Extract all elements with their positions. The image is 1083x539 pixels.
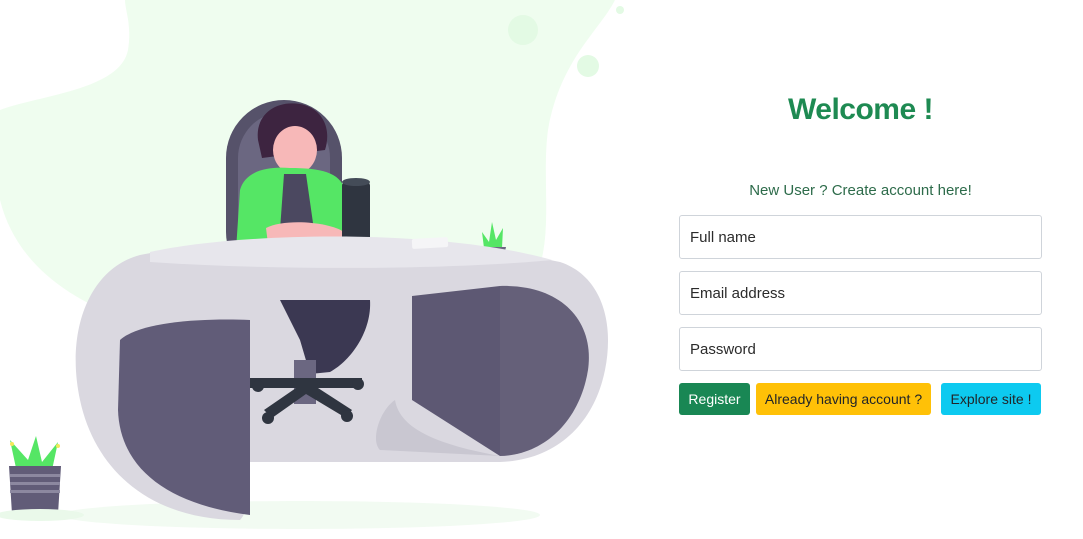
flower-dot-2: [56, 444, 60, 448]
chair-wheel-3: [341, 410, 353, 422]
pot-stripe-3: [10, 490, 60, 493]
pot-shadow: [0, 509, 84, 521]
desk-paper: [411, 237, 449, 249]
person-at-desk-illustration: [0, 0, 624, 529]
signup-form: Welcome ! New User ? Create account here…: [679, 0, 1042, 539]
pot-stripe-2: [10, 482, 60, 485]
chair-wheel-4: [262, 412, 274, 424]
flower-dot-1: [10, 442, 14, 446]
register-button[interactable]: Register: [679, 383, 750, 415]
bubble-2: [577, 55, 599, 77]
bubble-1: [508, 15, 538, 45]
bubble-3: [616, 6, 624, 14]
floor-shadow: [60, 501, 540, 529]
form-subtitle: New User ? Create account here!: [749, 182, 972, 199]
login-button[interactable]: Already having account ?: [756, 383, 931, 415]
page-title: Welcome !: [788, 93, 934, 126]
floor-plant-leaves: [10, 436, 58, 470]
full-name-input[interactable]: [679, 215, 1042, 259]
pot-stripe-1: [10, 474, 60, 477]
speaker-top: [342, 178, 370, 186]
chair-wheel-2: [352, 378, 364, 390]
head: [273, 126, 317, 174]
email-input[interactable]: [679, 271, 1042, 315]
chair-wheel-1: [252, 380, 264, 392]
signup-page: Welcome ! New User ? Create account here…: [0, 0, 1083, 539]
password-input[interactable]: [679, 327, 1042, 371]
explore-site-button[interactable]: Explore site !: [941, 383, 1041, 415]
